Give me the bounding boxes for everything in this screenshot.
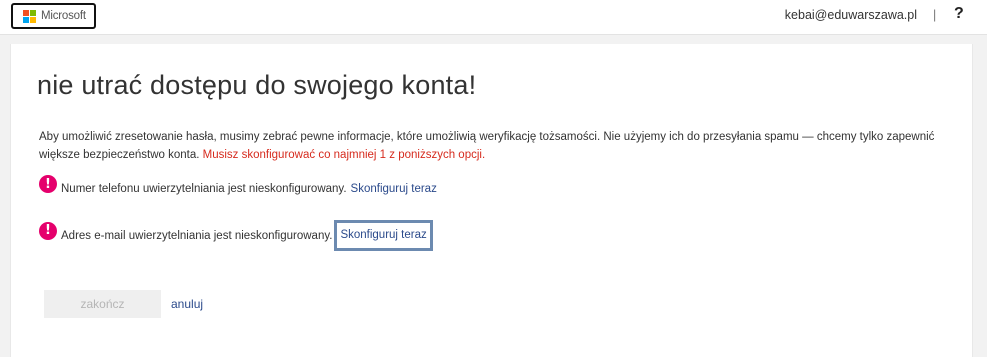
alert-icon: ! — [39, 221, 57, 240]
intro-text: Aby umożliwić zresetowanie hasła, musimy… — [39, 128, 959, 164]
configure-phone-link[interactable]: Skonfiguruj teraz — [351, 183, 437, 195]
finish-button[interactable]: zakończ — [44, 290, 161, 318]
microsoft-logo[interactable]: Microsoft — [11, 3, 96, 29]
intro-description: Aby umożliwić zresetowanie hasła, musimy… — [39, 131, 935, 161]
phone-auth-item: ! Numer telefonu uwierzytelniania jest n… — [39, 175, 437, 198]
help-icon[interactable]: ? — [954, 5, 964, 23]
page-title: nie utrać dostępu do swojego konta! — [37, 70, 477, 100]
main-content: nie utrać dostępu do swojego konta! Aby … — [10, 44, 973, 357]
header-separator: | — [933, 8, 937, 22]
alert-icon: ! — [39, 175, 57, 193]
email-auth-status: Adres e-mail uwierzytelniania jest niesk… — [61, 229, 333, 242]
logo-text: Microsoft — [41, 10, 86, 22]
user-email[interactable]: ‌kebai@eduwarszawa.pl — [785, 8, 917, 22]
intro-warning: Musisz skonfigurować co najmniej 1 z pon… — [202, 149, 486, 161]
top-bar: Microsoft ‌kebai@eduwarszawa.pl | ? — [0, 0, 987, 35]
email-auth-item: ! Adres e-mail uwierzytelniania jest nie… — [39, 220, 433, 251]
cancel-link[interactable]: anuluj — [171, 297, 203, 311]
microsoft-logo-icon — [23, 9, 36, 23]
configure-email-link[interactable]: Skonfiguruj teraz — [334, 220, 433, 251]
phone-auth-status: Numer telefonu uwierzytelniania jest nie… — [61, 183, 347, 195]
